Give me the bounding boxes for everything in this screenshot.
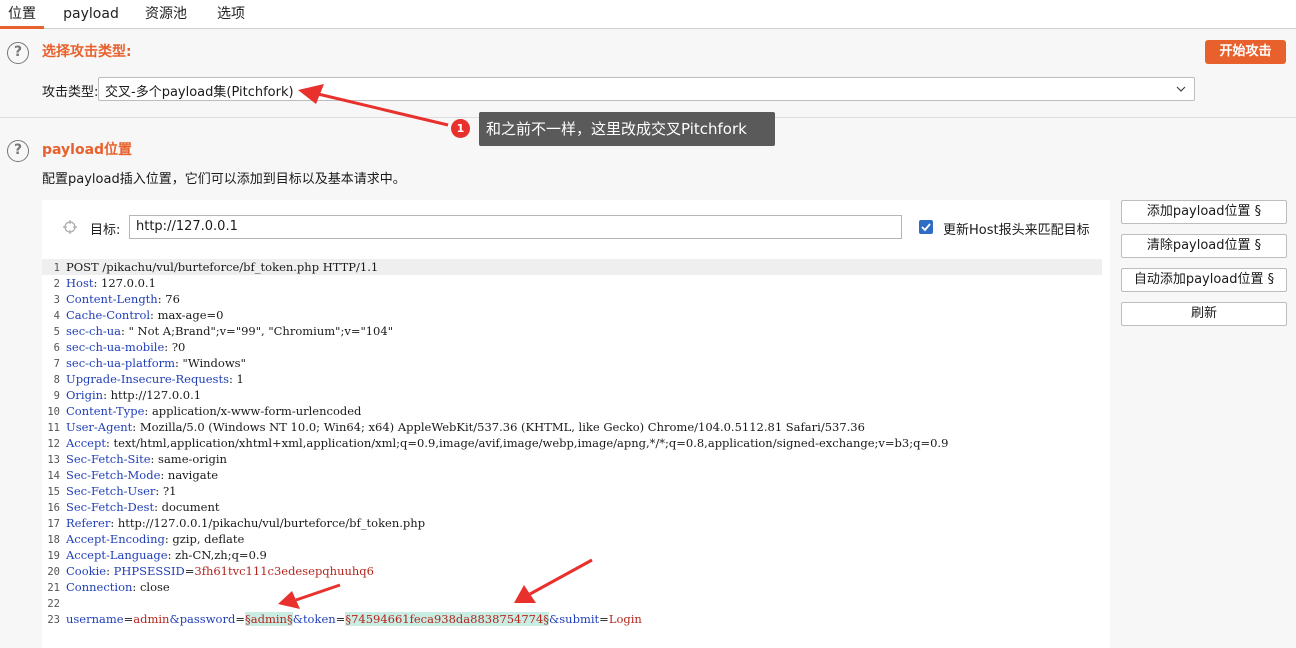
attack-type-title: 选择攻击类型: [42, 44, 132, 60]
attack-type-select[interactable]: 交叉-多个payload集(Pitchfork) [98, 77, 1195, 101]
code-line: 2 Host: 127.0.0.1 [53, 276, 156, 290]
code-line: 5 sec-ch-ua: " Not A;Brand";v="99", "Chro… [53, 324, 393, 338]
target-value: http://127.0.0.1 [136, 219, 238, 234]
code-line: 1 POST /pikachu/vul/burteforce/bf_token.p… [42, 259, 1102, 275]
payload-positions-description: 配置payload插入位置，它们可以添加到目标以及基本请求中。 [42, 172, 406, 187]
code-line: 19 Accept-Language: zh-CN,zh;q=0.9 [47, 548, 267, 562]
chevron-down-icon [1176, 86, 1186, 92]
code-line: 22 [47, 598, 60, 610]
code-line: 8 Upgrade-Insecure-Requests: 1 [53, 372, 244, 386]
target-input[interactable]: http://127.0.0.1 [129, 215, 902, 239]
code-line-body: 23 username=admin&password=§admin§&token=… [47, 612, 642, 626]
code-line: 3 Content-Length: 76 [53, 292, 180, 306]
checkmark-icon [921, 223, 931, 232]
attack-type-value: 交叉-多个payload集(Pitchfork) [105, 85, 294, 100]
update-host-label: 更新Host报头来匹配目标 [943, 223, 1090, 238]
code-line: 14 Sec-Fetch-Mode: navigate [47, 468, 219, 482]
help-icon[interactable]: ? [7, 42, 29, 64]
update-host-checkbox[interactable] [919, 220, 933, 234]
code-line: 20 Cookie: PHPSESSID=3fh61tvc111c3edesepq… [47, 564, 374, 578]
help-icon[interactable]: ? [7, 140, 29, 162]
tab-resource-pool[interactable]: 资源池 [138, 0, 194, 29]
annotation-callout: 和之前不一样，这里改成交叉Pitchfork [479, 112, 775, 146]
add-payload-position-button[interactable]: 添加payload位置 § [1121, 200, 1287, 224]
code-line: 9 Origin: http://127.0.0.1 [53, 388, 202, 402]
crosshair-icon [63, 220, 77, 234]
attack-type-label: 攻击类型: [42, 85, 99, 100]
clear-payload-position-button[interactable]: 清除payload位置 § [1121, 234, 1287, 258]
target-label: 目标: [90, 223, 121, 238]
start-attack-button[interactable]: 开始攻击 [1205, 40, 1286, 64]
request-code-editor[interactable]: 1 POST /pikachu/vul/burteforce/bf_token.p… [42, 259, 1102, 627]
annotation-number-badge: 1 [451, 119, 470, 138]
payload-marker-password: §admin§ [244, 612, 293, 626]
payload-marker-token: §74594661feca938da8838754774§ [345, 612, 550, 626]
code-line: 11 User-Agent: Mozilla/5.0 (Windows NT 10… [47, 420, 865, 434]
code-line: 16 Sec-Fetch-Dest: document [47, 500, 220, 514]
refresh-button[interactable]: 刷新 [1121, 302, 1287, 326]
code-line: 4 Cache-Control: max-age=0 [53, 308, 224, 322]
tab-positions[interactable]: 位置 [0, 0, 44, 29]
code-line: 17 Referer: http://127.0.0.1/pikachu/vul/… [47, 516, 426, 530]
code-line: 6 sec-ch-ua-mobile: ?0 [53, 340, 186, 354]
tab-payload[interactable]: payload [58, 0, 124, 29]
payload-positions-title: payload位置 [42, 142, 133, 158]
code-line: 10 Content-Type: application/x-www-form-u… [47, 404, 362, 418]
code-line: 12 Accept: text/html,application/xhtml+xm… [47, 436, 949, 450]
code-line: 18 Accept-Encoding: gzip, deflate [47, 532, 245, 546]
code-line: 15 Sec-Fetch-User: ?1 [47, 484, 177, 498]
tab-bar: 位置 payload 资源池 选项 [0, 0, 1296, 29]
code-line: 13 Sec-Fetch-Site: same-origin [47, 452, 227, 466]
code-line: 21 Connection: close [47, 580, 170, 594]
code-line: 7 sec-ch-ua-platform: "Windows" [53, 356, 246, 370]
tab-options[interactable]: 选项 [208, 0, 254, 29]
auto-add-payload-position-button[interactable]: 自动添加payload位置 § [1121, 268, 1287, 292]
